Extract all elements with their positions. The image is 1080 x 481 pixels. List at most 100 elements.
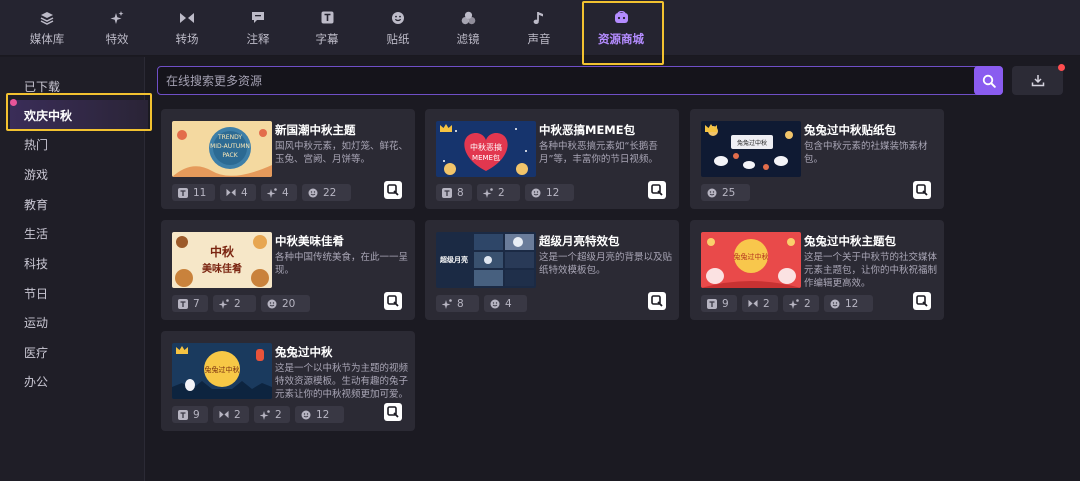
card-title: 兔兔过中秋贴纸包: [804, 123, 896, 137]
count-badge: 12: [295, 406, 344, 423]
count-value: 2: [804, 297, 811, 310]
count-badge: 4: [261, 184, 297, 201]
sidebar-item-education[interactable]: 教育: [0, 192, 145, 216]
search-input[interactable]: [158, 67, 973, 94]
count-value: 20: [282, 297, 296, 310]
sidebar-item-office[interactable]: 办公: [0, 369, 145, 393]
text-icon: [178, 187, 188, 198]
add-resource-button[interactable]: [384, 403, 402, 421]
tab-label: 特效: [105, 31, 129, 46]
resource-card[interactable]: 兔兔过中秋 兔兔过中秋 这是一个以中秋节为主题的视频特效资源模板。生动有趣的兔子…: [161, 331, 415, 431]
add-resource-button[interactable]: [648, 181, 666, 199]
downloads-button[interactable]: [1012, 64, 1065, 95]
text-icon: [707, 298, 717, 309]
tab-label: 声音: [527, 31, 551, 46]
sidebar-item-tech[interactable]: 科技: [0, 251, 145, 275]
tab-audio[interactable]: 声音: [502, 0, 576, 56]
tab-label: 滤镜: [456, 31, 480, 46]
tab-effects[interactable]: 特效: [80, 0, 154, 56]
sparkle-icon: [260, 409, 270, 420]
tab-annotations[interactable]: 注释: [221, 0, 295, 56]
thumb-text: 兔兔过中秋: [737, 139, 767, 147]
count-badge: 7: [172, 295, 208, 312]
count-badge: 2: [783, 295, 819, 312]
smiley-icon: [707, 188, 717, 198]
count-value: 2: [763, 297, 770, 310]
thumb-text: 超级月亮: [440, 255, 468, 264]
card-thumbnail: 兔兔过中秋: [701, 232, 801, 288]
search-button[interactable]: [974, 66, 1003, 95]
tab-label: 注释: [246, 31, 270, 46]
sparkle-icon: [108, 10, 126, 26]
text-icon: [178, 298, 188, 309]
count-badge: 9: [172, 406, 208, 423]
search-icon: [982, 74, 996, 88]
transition-icon: [226, 188, 236, 198]
smiley-icon: [389, 10, 407, 26]
sidebar-item-gaming[interactable]: 游戏: [0, 162, 145, 186]
resource-card[interactable]: 中秋 美味佳肴 中秋美味佳肴 各种中国传统美食，在此一一呈现。 7 2 20: [161, 220, 415, 320]
tab-transitions[interactable]: 转场: [150, 0, 224, 56]
sidebar-item-medical[interactable]: 医疗: [0, 340, 145, 364]
sidebar-item-life[interactable]: 生活: [0, 221, 145, 245]
count-value: 2: [234, 297, 241, 310]
smiley-icon: [531, 188, 541, 198]
thumb-text: 美味佳肴: [202, 262, 242, 275]
card-title: 中秋恶搞MEME包: [539, 123, 636, 137]
count-badge: 25: [701, 184, 750, 201]
count-badge: 2: [213, 295, 256, 312]
count-badge: 8: [436, 295, 479, 312]
sparkle-icon: [219, 298, 229, 309]
count-value: 12: [845, 297, 859, 310]
resource-card[interactable]: 超级月亮 超级月亮特效包 这是一个超级月亮的背景以及贴纸特效模板包。 8 4: [425, 220, 679, 320]
add-search-icon: [916, 184, 928, 196]
sidebar-item-downloaded[interactable]: 已下载: [0, 74, 145, 98]
count-value: 8: [457, 297, 464, 310]
transition-icon: [178, 10, 196, 26]
resource-card[interactable]: 中秋恶搞 MEME包 中秋恶搞MEME包 各种中秋恶搞元素如“长鹅吾月”等，丰富…: [425, 109, 679, 209]
notification-dot: [10, 99, 17, 106]
sidebar-item-sports[interactable]: 运动: [0, 310, 145, 334]
resource-card[interactable]: TRENDY MID-AUTUMN PACK 新国潮中秋主题 国风中秋元素，如灯…: [161, 109, 415, 209]
notification-dot: [1058, 64, 1065, 71]
asset-counts: 25: [701, 184, 750, 201]
count-value: 2: [275, 408, 282, 421]
asset-counts: 7 2 20: [172, 295, 310, 312]
tab-filters[interactable]: 滤镜: [431, 0, 505, 56]
count-badge: 8: [436, 184, 472, 201]
card-description: 这是一个关于中秋节的社交媒体元素主题包，让你的中秋祝福制作编辑更高效。: [804, 252, 938, 288]
tab-label: 字幕: [315, 31, 339, 46]
asset-counts: 9 2 2 12: [701, 295, 873, 312]
thumb-text: TRENDY: [217, 134, 242, 141]
sidebar-item-popular[interactable]: 热门: [0, 132, 145, 156]
count-badge: 12: [525, 184, 574, 201]
crown-icon: [440, 124, 452, 132]
card-description: 各种中国传统美食，在此一一呈现。: [275, 252, 409, 276]
count-value: 8: [457, 186, 464, 199]
text-icon: [178, 409, 188, 420]
add-resource-button[interactable]: [913, 181, 931, 199]
add-resource-button[interactable]: [384, 181, 402, 199]
add-resource-button[interactable]: [648, 292, 666, 310]
sidebar-item-mid-autumn[interactable]: 欢庆中秋: [10, 100, 148, 130]
count-badge: 2: [213, 406, 249, 423]
resource-card[interactable]: 兔兔过中秋 兔兔过中秋主题包 这是一个关于中秋节的社交媒体元素主题包，让你的中秋…: [690, 220, 944, 320]
sidebar-item-holiday[interactable]: 节日: [0, 281, 145, 305]
add-resource-button[interactable]: [913, 292, 931, 310]
smiley-icon: [301, 410, 311, 420]
count-badge: 22: [302, 184, 351, 201]
tab-label: 媒体库: [29, 31, 65, 46]
count-value: 4: [282, 186, 289, 199]
sparkle-icon: [267, 187, 277, 198]
tab-stickers[interactable]: 贴纸: [361, 0, 435, 56]
count-value: 12: [316, 408, 330, 421]
tab-media-library[interactable]: 媒体库: [10, 0, 84, 56]
tab-resource-store[interactable]: 资源商城: [584, 0, 658, 56]
resource-card[interactable]: 兔兔过中秋 兔兔过中秋贴纸包 包含中秋元素的社媒装饰素材包。 25: [690, 109, 944, 209]
tab-subtitles[interactable]: 字幕: [290, 0, 364, 56]
card-description: 这是一个超级月亮的背景以及贴纸特效模板包。: [539, 252, 673, 276]
thumb-text: PACK: [222, 152, 238, 159]
asset-counts: 9 2 2 12: [172, 406, 344, 423]
thumb-text: 兔兔过中秋: [205, 365, 240, 374]
add-resource-button[interactable]: [384, 292, 402, 310]
